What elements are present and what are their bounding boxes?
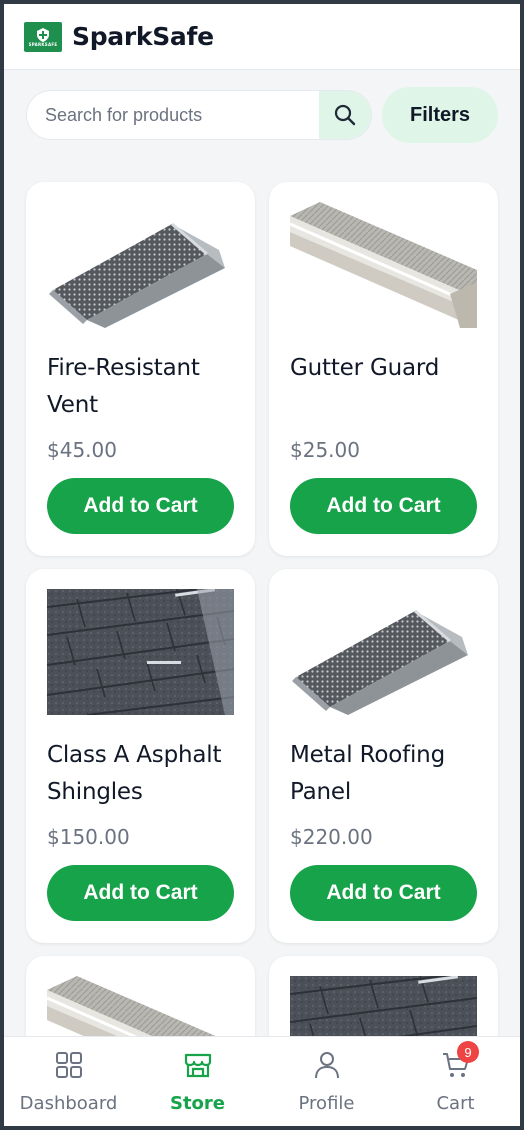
product-name: Fire-Resistant Vent xyxy=(47,355,200,418)
nav-store[interactable]: Store xyxy=(133,1037,262,1126)
search-input[interactable] xyxy=(27,91,319,139)
grid-icon xyxy=(55,1052,82,1078)
nav-label: Profile xyxy=(298,1093,355,1114)
product-image-gutter xyxy=(290,202,477,328)
add-to-cart-button[interactable]: Add to Cart xyxy=(47,478,234,534)
product-price: $220.00 xyxy=(290,825,373,849)
search-row: Filters xyxy=(26,87,498,143)
product-image-vent xyxy=(47,202,234,328)
cart-count-badge: 9 xyxy=(457,1041,479,1063)
product-price: $150.00 xyxy=(47,825,130,849)
shield-logo-icon xyxy=(37,27,49,42)
product-card[interactable]: Class A Asphalt Shingles $150.00 Add to … xyxy=(26,569,255,943)
app-screen: SPARKSAFE SparkSafe Filters xyxy=(4,4,520,1126)
product-price: $25.00 xyxy=(290,438,360,462)
add-to-cart-button[interactable]: Add to Cart xyxy=(47,865,234,921)
app-header: SPARKSAFE SparkSafe xyxy=(4,4,520,70)
product-name: Metal Roofing Panel xyxy=(290,742,445,805)
filters-button[interactable]: Filters xyxy=(382,87,498,143)
add-to-cart-button[interactable]: Add to Cart xyxy=(290,865,477,921)
app-title: SparkSafe xyxy=(72,22,214,51)
search-button[interactable] xyxy=(319,91,371,139)
search-box xyxy=(26,90,372,140)
product-card[interactable]: Metal Roofing Panel $220.00 Add to Cart xyxy=(269,569,498,943)
bottom-nav: Dashboard Store Profile 9 Cart xyxy=(4,1036,520,1126)
product-name: Gutter Guard xyxy=(290,355,440,381)
product-image-vent xyxy=(290,589,477,715)
nav-label: Cart xyxy=(436,1093,475,1114)
logo-wordmark: SPARKSAFE xyxy=(28,41,58,47)
product-price: $45.00 xyxy=(47,438,117,462)
nav-label: Dashboard xyxy=(19,1093,118,1114)
search-icon xyxy=(334,104,356,126)
nav-cart[interactable]: 9 Cart xyxy=(391,1037,520,1126)
product-grid: Fire-Resistant Vent $45.00 Add to Cart G… xyxy=(26,182,498,1102)
nav-dashboard[interactable]: Dashboard xyxy=(4,1037,133,1126)
user-icon xyxy=(314,1052,339,1079)
nav-profile[interactable]: Profile xyxy=(262,1037,391,1126)
product-name: Class A Asphalt Shingles xyxy=(47,742,222,805)
product-image-shingles xyxy=(47,589,234,715)
add-to-cart-button[interactable]: Add to Cart xyxy=(290,478,477,534)
product-card[interactable]: Fire-Resistant Vent $45.00 Add to Cart xyxy=(26,182,255,556)
store-icon xyxy=(184,1053,211,1078)
sparksafe-logo: SPARKSAFE xyxy=(24,21,62,52)
nav-label: Store xyxy=(169,1093,226,1114)
product-card[interactable]: Gutter Guard $25.00 Add to Cart xyxy=(269,182,498,556)
